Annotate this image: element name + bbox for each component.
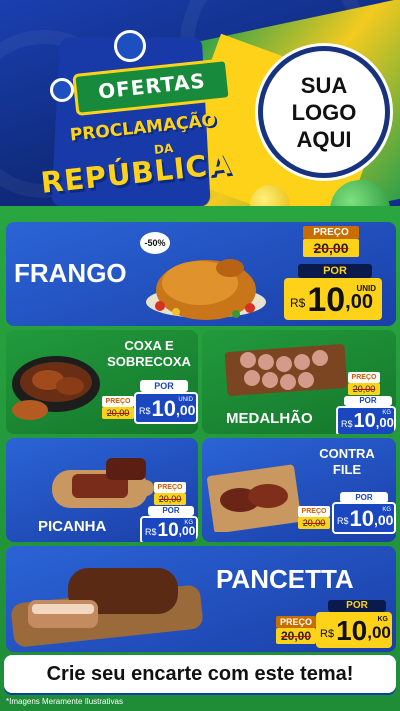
product-card-coxa[interactable]: COXA E SOBRECOXA POR PREÇO 20,00 R$ 10 ,… <box>6 330 198 434</box>
product-card-picanha[interactable]: PREÇO 20,00 POR PICANHA R$ 10 ,00 KG <box>6 438 198 542</box>
price-dec: ,00 <box>178 524 196 538</box>
currency: R$ <box>290 296 306 310</box>
picanha-board-image <box>52 458 154 508</box>
old-price: 20,00 <box>298 517 330 529</box>
price-box: R$ 10 ,00 KG <box>336 406 396 434</box>
unit: UNID <box>356 284 376 293</box>
price-int: 10 <box>157 520 179 541</box>
brazil-flag-icon <box>50 78 74 102</box>
price-box: R$ 10 ,00 KG <box>316 612 392 648</box>
product-name: COXA E <box>124 338 174 353</box>
preco-label: PREÇO <box>303 226 359 239</box>
old-price: 20,00 <box>102 407 134 419</box>
discount-badge: -50% <box>140 232 170 254</box>
currency: R$ <box>337 516 349 526</box>
unit: KG <box>382 507 391 513</box>
price-dec: ,00 <box>176 402 196 418</box>
contrafile-board-image <box>207 464 302 532</box>
product-name: FILE <box>332 462 362 477</box>
product-card-medalhao[interactable]: PREÇO 20,00 POR MEDALHÃO R$ 10 ,00 KG <box>202 330 396 434</box>
old-price: 20,00 <box>154 493 186 505</box>
price-box: R$ 10 ,00 KG <box>140 516 198 542</box>
preco-label: PREÇO <box>102 396 134 407</box>
hero-banner: OFERTAS PROCLAMAÇÃO DA REPÚBLICA SUA LOG… <box>0 0 400 218</box>
product-name: SOBRECOXA <box>107 354 191 369</box>
pancetta-board-image <box>11 568 203 647</box>
price-box: R$ 10 ,00 KG <box>332 502 396 534</box>
por-label: POR <box>328 600 386 612</box>
por-label: POR <box>298 264 372 278</box>
unit: KG <box>382 410 391 416</box>
unit: KG <box>377 616 389 623</box>
old-price: 20,00 <box>276 628 316 644</box>
price-int: 10 <box>336 615 368 646</box>
preco-label: PREÇO <box>348 372 380 383</box>
currency: R$ <box>139 406 151 416</box>
por-label: POR <box>344 396 392 406</box>
campaign-title: OFERTAS PROCLAMAÇÃO DA REPÚBLICA <box>36 26 233 207</box>
price-box: R$ 10 ,00 UNID <box>134 392 198 424</box>
price-dec: ,00 <box>374 512 394 528</box>
product-name: FRANGO <box>14 258 127 288</box>
preco-label: PREÇO <box>154 482 186 493</box>
unit: UNID <box>178 397 193 403</box>
footnote: *Imagens Meramente Ilustrativas <box>6 697 123 706</box>
price-int: 10 <box>353 410 376 432</box>
price-int: 10 <box>151 396 176 421</box>
cta-banner[interactable]: Crie seu encarte com este tema! <box>4 655 396 693</box>
unit: KG <box>184 520 193 526</box>
currency: R$ <box>320 628 335 640</box>
price-dec: ,00 <box>367 623 391 642</box>
product-name: PICANHA <box>38 518 107 535</box>
currency: R$ <box>145 527 157 537</box>
old-price: 20,00 <box>348 383 380 395</box>
logo-text: LOGO <box>291 99 357 125</box>
price-dec: ,00 <box>375 415 394 430</box>
product-name: MEDALHÃO <box>226 410 313 427</box>
preco-label: PREÇO <box>276 616 316 628</box>
product-card-frango[interactable]: FRANGO -50% PREÇO 20,00 POR R$ 10 ,00 UN… <box>6 222 396 326</box>
product-name: CONTRA <box>319 446 375 461</box>
medalhao-skewers-image <box>224 344 348 396</box>
price-int: 10 <box>307 281 346 319</box>
product-card-pancetta[interactable]: PANCETTA POR PREÇO 20,00 R$ 10 ,00 KG <box>6 546 396 652</box>
price-dec: ,00 <box>345 291 373 313</box>
preco-label: PREÇO <box>298 506 330 517</box>
logo-text: AQUI <box>296 126 352 152</box>
price-int: 10 <box>349 506 374 531</box>
logo-placeholder: SUA LOGO AQUI <box>258 46 390 178</box>
price-box: R$ 10 ,00 UNID <box>284 278 382 320</box>
chicken-thigh-pan-image <box>12 356 100 420</box>
brazil-flag-icon <box>114 30 146 62</box>
logo-text: SUA <box>300 72 348 98</box>
por-label: POR <box>140 380 188 392</box>
currency: R$ <box>341 419 353 429</box>
product-name: PANCETTA <box>216 564 354 594</box>
old-price: 20,00 <box>303 239 359 257</box>
por-label: POR <box>148 506 194 516</box>
product-card-contrafile[interactable]: CONTRA FILE POR PREÇO 20,00 R$ 10 ,00 KG <box>202 438 396 542</box>
